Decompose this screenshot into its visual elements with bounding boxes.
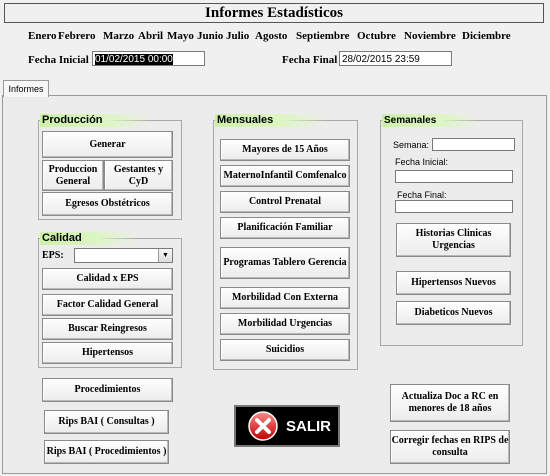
hipertensos-nuevos-button[interactable]: Hipertensos Nuevos	[396, 271, 511, 295]
start-date-label: Fecha Inicial	[28, 54, 89, 66]
month-noviembre[interactable]: Noviembre	[404, 30, 456, 42]
produccion-general-button[interactable]: Produccion General	[42, 160, 104, 191]
factor-calidad-general-button[interactable]: Factor Calidad General	[42, 294, 173, 316]
morbilidad-externa-button[interactable]: Morbilidad Con Externa	[220, 287, 350, 309]
gestantes-cyd-button[interactable]: Gestantes y CyD	[104, 160, 173, 191]
semana-fecha-inicial-input[interactable]	[395, 170, 513, 183]
eps-label: EPS:	[42, 250, 64, 261]
suicidios-button[interactable]: Suicidios	[220, 339, 350, 361]
month-abril[interactable]: Abril	[138, 30, 163, 42]
salir-label: SALIR	[286, 417, 331, 435]
diabeticos-nuevos-button[interactable]: Diabeticos Nuevos	[396, 301, 511, 325]
corregir-fechas-button[interactable]: Corregir fechas en RIPS de consulta	[390, 430, 510, 464]
salir-button[interactable]: SALIR	[234, 405, 340, 447]
semanales-header: Semanales	[382, 114, 480, 127]
mensuales-header: Mensuales	[215, 114, 327, 127]
month-marzo[interactable]: Marzo	[103, 30, 134, 42]
eps-select[interactable]: ▼	[74, 248, 173, 263]
maternoinfantil-button[interactable]: MaternoInfantil Comfenalco	[220, 165, 350, 187]
produccion-header: Producción	[40, 114, 152, 127]
end-date-field[interactable]: 28/02/2015 23:59	[339, 51, 452, 66]
month-febrero[interactable]: Febrero	[58, 30, 95, 42]
tab-informes[interactable]: Informes	[3, 80, 49, 97]
month-septiembre[interactable]: Septiembre	[296, 30, 350, 42]
semana-fecha-final-label: Fecha Final:	[397, 190, 447, 200]
semana-label: Semana:	[393, 140, 430, 150]
control-prenatal-button[interactable]: Control Prenatal	[220, 191, 350, 213]
rips-consultas-button[interactable]: Rips BAI ( Consultas )	[44, 410, 169, 434]
egresos-obstetricos-button[interactable]: Egresos Obstétricos	[42, 192, 173, 216]
buscar-reingresos-button[interactable]: Buscar Reingresos	[42, 318, 173, 340]
window-title: Informes Estadísticos	[4, 3, 544, 23]
hipertensos-button[interactable]: Hipertensos	[42, 342, 173, 364]
procedimientos-button[interactable]: Procedimientos	[42, 378, 173, 402]
generar-button[interactable]: Generar	[42, 131, 173, 158]
planificacion-familiar-button[interactable]: Planificación Familiar	[220, 217, 350, 239]
start-date-field[interactable]: 01/02/2015 00:00	[92, 51, 205, 66]
historias-clinicas-button[interactable]: Historias Clinicas Urgencias	[396, 223, 511, 257]
close-x-icon	[246, 410, 280, 442]
programas-tablero-button[interactable]: Programas Tablero Gerencia	[220, 247, 350, 279]
semana-input[interactable]	[432, 138, 515, 151]
rips-procedimientos-button[interactable]: Rips BAI ( Procedimientos )	[44, 440, 169, 464]
calidad-header: Calidad	[40, 232, 136, 245]
month-julio[interactable]: Julio	[226, 30, 249, 42]
month-octubre[interactable]: Octubre	[357, 30, 396, 42]
month-mayo[interactable]: Mayo	[167, 30, 194, 42]
month-diciembre[interactable]: Diciembre	[462, 30, 511, 42]
month-junio[interactable]: Junio	[197, 30, 223, 42]
morbilidad-urgencias-button[interactable]: Morbilidad Urgencias	[220, 313, 350, 335]
calidad-x-eps-button[interactable]: Calidad x EPS	[42, 268, 173, 290]
start-date-value: 01/02/2015 00:00	[95, 54, 173, 65]
actualiza-doc-button[interactable]: Actualiza Doc a RC en menores de 18 años	[390, 384, 510, 422]
month-agosto[interactable]: Agosto	[255, 30, 287, 42]
mayores-15-button[interactable]: Mayores de 15 Años	[220, 139, 350, 161]
semana-fecha-final-input[interactable]	[395, 200, 513, 213]
end-date-label: Fecha Final	[282, 54, 338, 66]
month-enero[interactable]: Enero	[28, 30, 57, 42]
chevron-down-icon[interactable]: ▼	[158, 249, 172, 262]
semana-fecha-inicial-label: Fecha Inicial:	[395, 157, 449, 167]
